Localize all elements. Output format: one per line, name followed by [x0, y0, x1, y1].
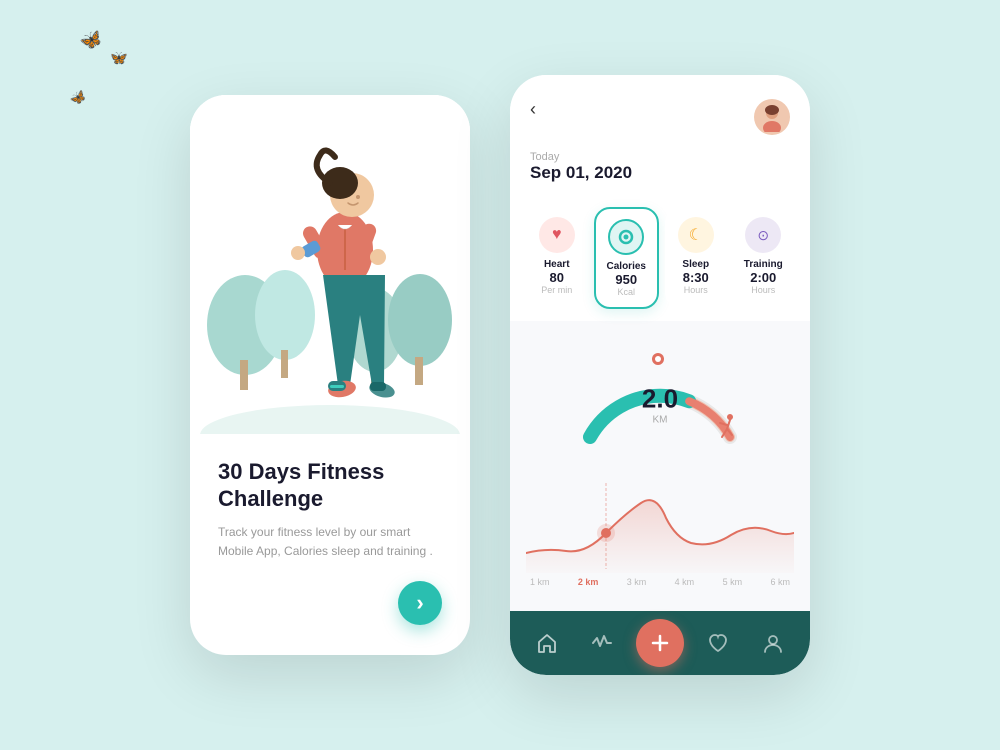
illustration-area — [190, 95, 470, 434]
bottom-navigation — [510, 611, 810, 675]
home-icon — [536, 632, 558, 654]
gauge-unit: KM — [642, 415, 678, 426]
challenge-title: 30 Days Fitness Challenge — [218, 458, 442, 513]
right-phone: ‹ Today Sep 01, 2020 ♥ — [510, 75, 810, 675]
chart-label-1km: 1 km — [530, 577, 550, 587]
heart-nav-icon — [707, 632, 729, 654]
gauge-container: 2.0 KM — [570, 337, 750, 447]
wave-chart — [526, 463, 794, 573]
stat-calories[interactable]: Calories 950 Kcal — [594, 207, 660, 309]
wave-chart-svg — [526, 463, 794, 573]
calories-value: 950 — [615, 272, 637, 287]
left-phone-content: 30 Days Fitness Challenge Track your fit… — [190, 434, 470, 655]
sleep-unit: Hours — [684, 285, 708, 295]
avatar-image — [757, 102, 787, 132]
sleep-icon: ☾ — [689, 225, 703, 245]
gauge-value: 2.0 — [642, 384, 678, 415]
date-value: Sep 01, 2020 — [530, 163, 790, 183]
heart-unit: Per min — [541, 285, 572, 295]
heart-icon-wrap: ♥ — [539, 217, 575, 253]
chart-label-2km: 2 km — [578, 577, 599, 587]
butterfly-2: 🦋 — [109, 49, 129, 69]
training-value: 2:00 — [750, 270, 776, 285]
date-label: Today — [530, 151, 790, 163]
sleep-value: 8:30 — [683, 270, 709, 285]
chart-label-5km: 5 km — [723, 577, 743, 587]
nav-favorites[interactable] — [698, 623, 738, 663]
heart-value: 80 — [550, 270, 564, 285]
chart-section: 1 km 2 km 3 km 4 km 5 km 6 km — [510, 463, 810, 611]
butterfly-1: 🦋 — [77, 27, 105, 54]
phone-header: ‹ — [510, 75, 810, 147]
training-icon-wrap: ⊙ — [745, 217, 781, 253]
heart-label: Heart — [544, 259, 570, 270]
nav-activity[interactable] — [582, 623, 622, 663]
activity-icon — [591, 632, 613, 654]
calories-unit: Kcal — [617, 287, 635, 297]
training-unit: Hours — [751, 285, 775, 295]
nav-add-button[interactable] — [636, 619, 684, 667]
calories-icon-wrap — [608, 219, 644, 255]
next-button[interactable] — [398, 581, 442, 625]
profile-icon — [762, 632, 784, 654]
chart-labels: 1 km 2 km 3 km 4 km 5 km 6 km — [526, 577, 794, 587]
plus-icon — [649, 632, 671, 654]
training-icon: ⊙ — [757, 227, 769, 244]
chart-label-4km: 4 km — [675, 577, 695, 587]
sleep-label: Sleep — [682, 259, 709, 270]
chart-label-3km: 3 km — [627, 577, 647, 587]
butterfly-3: 🦋 — [67, 87, 89, 109]
runner-icon — [712, 413, 740, 447]
chart-label-6km: 6 km — [770, 577, 790, 587]
left-phone: 30 Days Fitness Challenge Track your fit… — [190, 95, 470, 655]
sleep-icon-wrap: ☾ — [678, 217, 714, 253]
stat-sleep[interactable]: ☾ Sleep 8:30 Hours — [665, 207, 727, 309]
back-button[interactable]: ‹ — [530, 99, 536, 120]
stats-row: ♥ Heart 80 Per min Calories 950 Kcal — [510, 195, 810, 321]
runner-illustration — [190, 95, 470, 434]
gauge-section: 2.0 KM — [510, 321, 810, 463]
stat-training[interactable]: ⊙ Training 2:00 Hours — [733, 207, 795, 309]
avatar[interactable] — [754, 99, 790, 135]
nav-home[interactable] — [527, 623, 567, 663]
training-label: Training — [744, 259, 783, 270]
gauge-center: 2.0 KM — [642, 384, 678, 426]
runner-silhouette — [712, 413, 740, 441]
stat-heart[interactable]: ♥ Heart 80 Per min — [526, 207, 588, 309]
phones-container: 30 Days Fitness Challenge Track your fit… — [190, 75, 810, 675]
calories-icon — [617, 228, 635, 246]
calories-label: Calories — [607, 261, 646, 272]
heart-icon: ♥ — [552, 226, 562, 244]
challenge-description: Track your fitness level by our smart Mo… — [218, 523, 442, 561]
date-section: Today Sep 01, 2020 — [510, 147, 810, 195]
nav-profile[interactable] — [753, 623, 793, 663]
